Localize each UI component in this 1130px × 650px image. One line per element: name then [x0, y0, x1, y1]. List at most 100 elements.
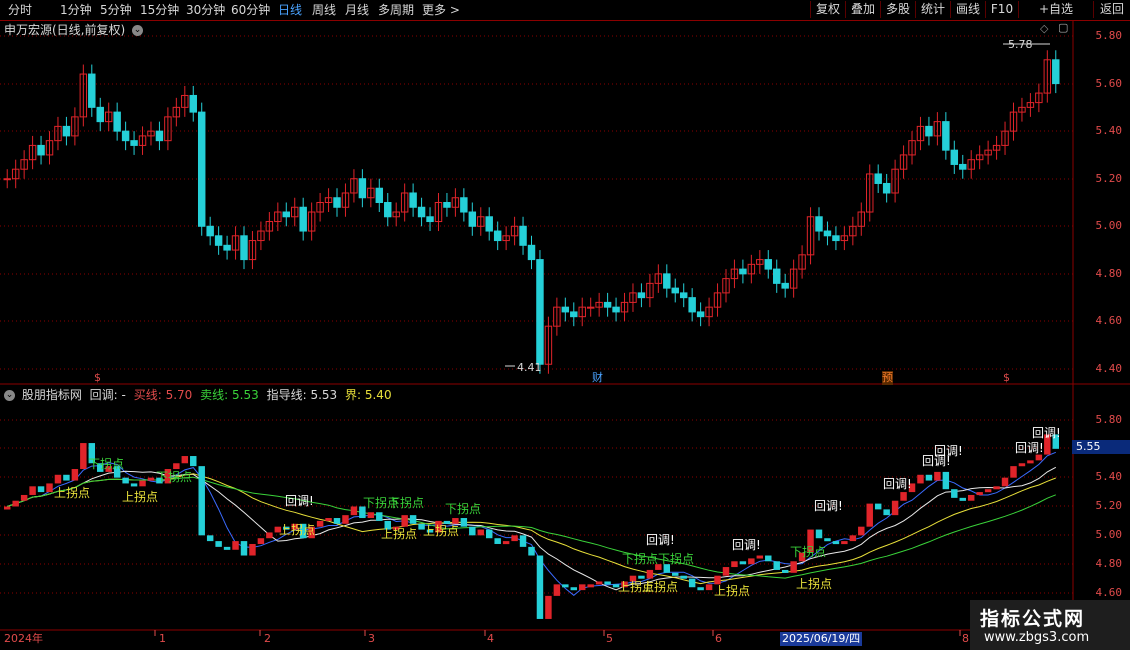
candle-body	[781, 282, 789, 289]
candle-body	[333, 197, 341, 208]
indicator-candle	[494, 538, 501, 544]
indicator-candle	[249, 543, 256, 556]
indicator-candle	[206, 535, 214, 542]
indicator-panel-title: ⌄ 股朋指标网 回调: - 买线: 5.70 卖线: 5.53 指导线: 5.5…	[4, 387, 392, 403]
watermark-title: 指标公式网	[980, 608, 1086, 630]
indicator-candle	[697, 587, 704, 591]
indicator-candle	[1027, 460, 1034, 464]
candle-body	[88, 73, 96, 108]
indicator-candle	[942, 471, 950, 490]
indicator-candle	[951, 489, 958, 498]
chart-grid	[0, 20, 1130, 636]
chevron-down-icon[interactable]: ⌄	[4, 390, 15, 401]
indicator-candle	[511, 535, 518, 542]
down-turn-label: 下拐点	[622, 552, 659, 566]
indicator-candle	[841, 541, 848, 545]
indicator-candle	[874, 503, 882, 510]
indicator-candle	[545, 595, 552, 619]
indicator-candle	[562, 584, 569, 588]
indicator-candle	[367, 512, 375, 519]
candle-body	[570, 311, 578, 318]
up-turn-label: 上拐点	[381, 527, 418, 541]
indicator-candle	[748, 558, 755, 565]
pullback-label: 回调!	[732, 538, 761, 552]
dividend-marker[interactable]: $	[1003, 371, 1010, 385]
indicator-candle	[333, 518, 341, 524]
sell-line-value: 5.53	[232, 388, 259, 402]
candle-body	[925, 125, 933, 137]
candle-body	[493, 230, 502, 242]
candle-body	[586, 306, 595, 309]
pullback-label: 回调!	[934, 444, 963, 458]
indicator-candles	[4, 434, 1059, 619]
indicator-candle	[215, 541, 222, 547]
indicator-candle	[925, 474, 933, 481]
down-turn-label: 下拐点	[388, 496, 425, 510]
candle-body	[214, 235, 223, 246]
up-turn-label: 上拐点	[796, 577, 833, 591]
indicator-candle	[993, 486, 1000, 490]
boundary-value: 5.40	[364, 388, 392, 402]
indicator-axis-label: 5.80	[1095, 413, 1123, 426]
candle-body	[959, 163, 967, 170]
diamond-icon[interactable]: ◇	[1040, 22, 1048, 36]
kline-chart-canvas[interactable]	[0, 0, 1130, 650]
indicator-candle	[469, 526, 476, 536]
candle-body	[663, 273, 671, 289]
candle-body	[485, 216, 493, 232]
indicator-candle	[122, 477, 129, 484]
candle-body	[426, 216, 434, 223]
up-turn-label: 上拐点	[122, 490, 159, 504]
pullback-label: 回调!	[1015, 441, 1044, 455]
candle-body	[468, 211, 477, 227]
candle-body	[130, 140, 138, 146]
indicator-candle	[849, 535, 857, 542]
indicator-candle	[519, 535, 527, 547]
price-axis-label: 5.80	[1095, 29, 1123, 42]
indicator-candle	[638, 575, 645, 579]
high-price-marker: 5.78	[1008, 38, 1033, 51]
indicator-candle	[240, 541, 248, 556]
chevron-down-icon[interactable]: ⌄	[132, 25, 144, 36]
candle-body	[62, 125, 71, 137]
price-axis-label: 5.60	[1095, 77, 1123, 90]
sell-line-label: 卖线:	[200, 388, 229, 402]
candle-body	[384, 202, 392, 218]
chart-markers	[505, 43, 1050, 367]
price-axis-label: 4.40	[1095, 362, 1123, 375]
indicator-candle	[858, 526, 865, 536]
date-axis-label: 4	[487, 632, 494, 645]
candle-body	[612, 306, 620, 313]
indicator-candle	[409, 515, 417, 524]
indicator-axis-label: 4.80	[1095, 557, 1123, 570]
indicator-candle	[502, 541, 510, 545]
indicator-candle	[756, 555, 764, 559]
up-turn-label: 上拐点	[714, 584, 751, 598]
price-axis-label: 5.20	[1095, 172, 1123, 185]
buy-line-label: 买线:	[133, 388, 162, 402]
indicator-candle	[147, 477, 155, 481]
pullback-label: 回调!	[646, 533, 675, 547]
candle-body	[696, 311, 705, 318]
candle-body	[223, 244, 231, 251]
dividend-marker[interactable]: $	[94, 371, 101, 385]
indicator-candle	[536, 555, 544, 619]
forecast-marker[interactable]: 预	[882, 371, 893, 385]
date-axis-label: 6	[715, 632, 722, 645]
indicator-candle	[900, 492, 907, 501]
candle-body	[764, 259, 772, 270]
indicator-candle	[773, 561, 780, 570]
close-icon[interactable]: ▢	[1058, 21, 1068, 35]
indicator-candle	[959, 497, 966, 501]
candle-body	[460, 197, 468, 213]
indicator-candle	[976, 492, 983, 496]
financial-report-marker[interactable]: 财	[592, 371, 603, 385]
candle-body	[1052, 59, 1060, 85]
indicator-candle	[579, 584, 586, 591]
indicator-candle	[376, 512, 383, 521]
indicator-candle	[680, 575, 687, 579]
indicator-candle	[130, 483, 138, 487]
indicator-candle	[528, 546, 535, 556]
down-turn-label: 下拐点	[445, 502, 482, 516]
indicator-candle	[1018, 463, 1026, 467]
